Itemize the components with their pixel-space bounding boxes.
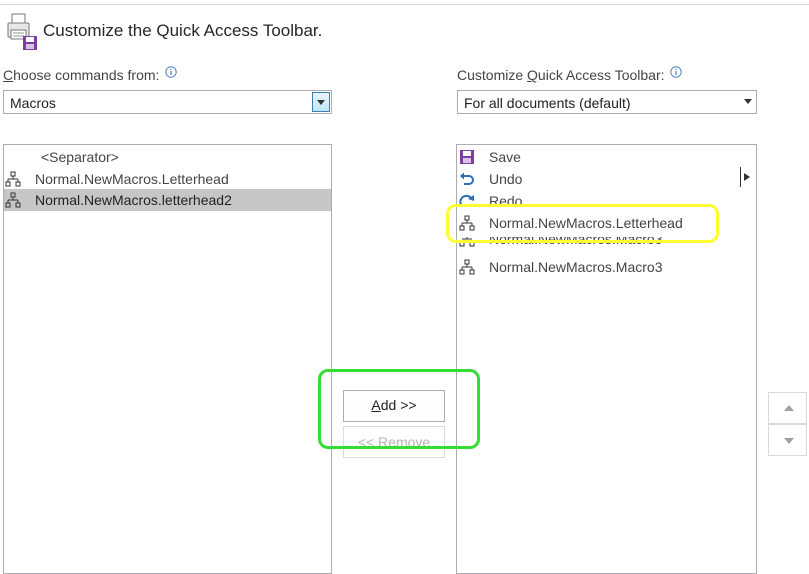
save-icon bbox=[460, 150, 474, 164]
customize-toolbar-dropdown[interactable]: For all documents (default) bbox=[457, 90, 757, 114]
list-item[interactable]: Normal.NewMacros.Letterhead bbox=[4, 168, 331, 190]
info-icon[interactable] bbox=[670, 66, 683, 78]
list-item-label: Normal.NewMacros.Macro3 bbox=[489, 259, 663, 275]
chevron-right-icon[interactable] bbox=[744, 173, 750, 181]
move-down-button[interactable] bbox=[768, 424, 807, 456]
chevron-down-icon bbox=[317, 100, 325, 105]
list-item[interactable]: Save bbox=[457, 146, 756, 168]
move-up-button[interactable] bbox=[768, 392, 807, 424]
dropdown-button[interactable] bbox=[312, 92, 330, 112]
list-item[interactable]: <Separator> bbox=[4, 146, 331, 168]
chevron-up-icon bbox=[784, 405, 794, 411]
chevron-down-icon[interactable] bbox=[744, 99, 752, 104]
quick-access-toolbar-icon bbox=[7, 13, 37, 50]
macro-icon bbox=[5, 171, 21, 187]
choose-commands-dropdown[interactable]: Macros bbox=[3, 90, 332, 114]
list-item-selected[interactable]: Normal.NewMacros.letterhead2 bbox=[4, 189, 331, 211]
list-item-label: <Separator> bbox=[41, 149, 119, 165]
yellow-highlight bbox=[446, 204, 719, 243]
available-commands-list[interactable]: <Separator> Normal.NewMacros.Letterhead … bbox=[3, 144, 332, 574]
list-item-label: Normal.NewMacros.letterhead2 bbox=[35, 192, 232, 208]
macro-icon bbox=[5, 192, 21, 208]
customize-toolbar-label: Customize Quick Access Toolbar: bbox=[457, 66, 683, 83]
list-item-label: Normal.NewMacros.Letterhead bbox=[35, 171, 229, 187]
choose-commands-label: Choose commands from: bbox=[3, 66, 178, 83]
divider bbox=[740, 167, 741, 187]
dialog-title: Customize the Quick Access Toolbar. bbox=[43, 21, 323, 40]
chevron-down-icon bbox=[784, 438, 794, 444]
choose-commands-value: Macros bbox=[10, 95, 56, 111]
customize-toolbar-value: For all documents (default) bbox=[464, 95, 631, 111]
list-item[interactable]: Normal.NewMacros.Macro3 bbox=[457, 256, 756, 278]
green-highlight bbox=[318, 369, 480, 449]
info-icon[interactable] bbox=[165, 66, 178, 78]
list-item-label: Save bbox=[489, 149, 521, 165]
undo-icon bbox=[460, 172, 474, 185]
list-item-label: Undo bbox=[489, 171, 523, 187]
top-divider bbox=[0, 4, 809, 5]
macro-icon bbox=[459, 259, 475, 275]
list-item[interactable]: Undo bbox=[457, 168, 756, 190]
